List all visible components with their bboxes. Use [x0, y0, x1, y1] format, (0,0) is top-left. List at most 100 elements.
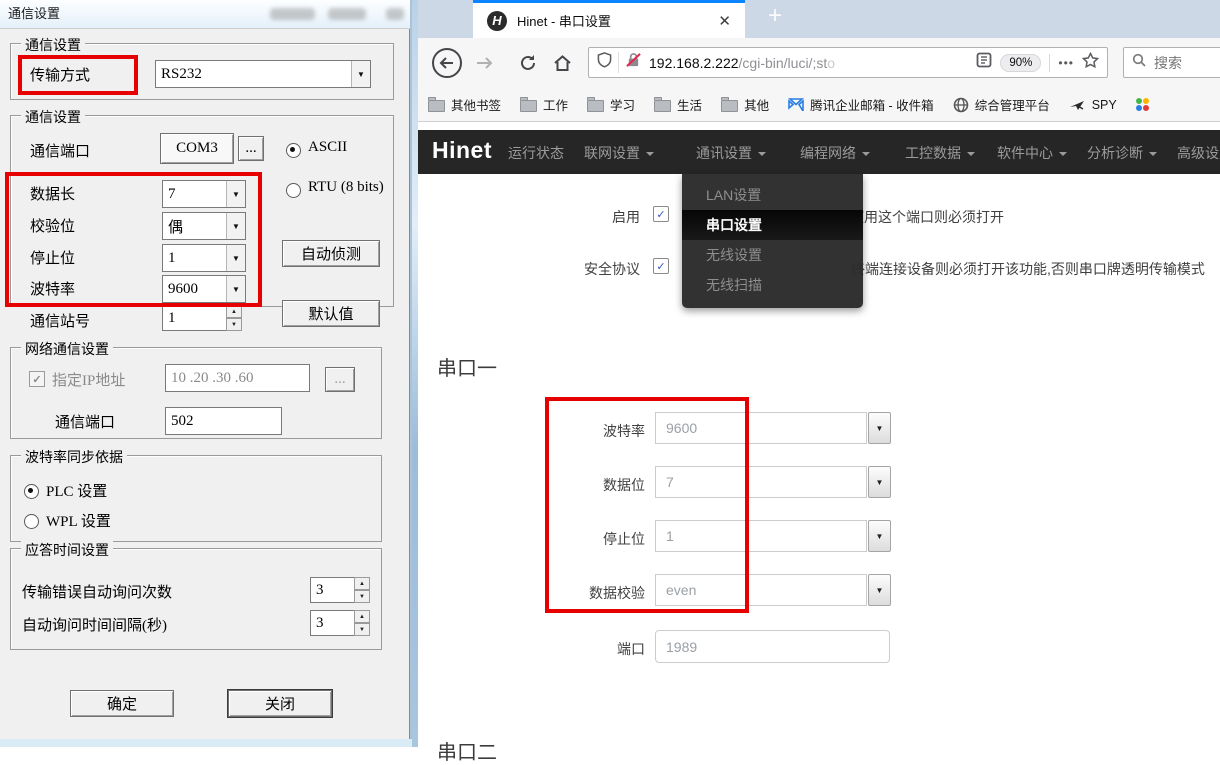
reader-mode-icon[interactable] [976, 52, 992, 73]
dialog-titlebar[interactable]: 通信设置 [0, 0, 410, 29]
forward-button[interactable] [470, 38, 498, 88]
nav-analysis-diagnosis[interactable]: 分析诊断 [1087, 143, 1157, 163]
nav-comm-settings[interactable]: 通讯设置 [696, 143, 766, 163]
dropdown-arrow-icon[interactable]: ▼ [226, 213, 245, 239]
wpl-radio[interactable] [24, 514, 39, 529]
urlbar-right-controls: 90% ••• [976, 52, 1107, 74]
colorful-bookmark-icon[interactable] [1136, 98, 1149, 111]
baud-rate-select[interactable]: 9600 ▼ [162, 275, 246, 303]
nav-software-center[interactable]: 软件中心 [997, 143, 1067, 163]
nav-run-status[interactable]: 运行状态 [508, 143, 564, 163]
insecure-lock-icon[interactable] [618, 52, 641, 73]
tracking-shield-icon[interactable] [597, 52, 612, 73]
plc-radio[interactable] [24, 484, 39, 499]
baud-dropdown-button[interactable]: ▼ [868, 412, 891, 444]
browser-tab[interactable]: H Hinet - 串口设置 ✕ [473, 0, 745, 38]
stopbits-input[interactable]: 1 [655, 520, 867, 552]
dropdown-arrow-icon: ▼ [876, 478, 884, 487]
stopbits-dropdown-button[interactable]: ▼ [868, 520, 891, 552]
com-port-button[interactable]: COM3 [160, 133, 234, 164]
nav-label: 软件中心 [997, 145, 1053, 161]
bookmark-folder[interactable]: 其他书签 [428, 95, 501, 114]
bookmark-portal[interactable]: 综合管理平台 [953, 95, 1050, 114]
retry-spinner[interactable]: ▲ ▼ [354, 577, 370, 603]
nav-advanced-settings[interactable]: 高级设置 [1177, 143, 1220, 163]
enable-label: 启用 [540, 207, 640, 227]
ip-browse-button[interactable]: ... [325, 367, 355, 392]
spinner-down-icon[interactable]: ▼ [354, 590, 370, 603]
nav-programming-network[interactable]: 编程网络 [800, 143, 870, 163]
spinner-down-icon[interactable]: ▼ [354, 623, 370, 636]
station-input[interactable]: 1 [162, 305, 231, 331]
menu-item-wireless-scan[interactable]: 无线扫描 [682, 270, 863, 300]
spinner-down-icon[interactable]: ▼ [226, 318, 242, 331]
parity-dropdown-button[interactable]: ▼ [868, 574, 891, 606]
dropdown-arrow-icon[interactable]: ▼ [226, 245, 245, 271]
spinner-up-icon[interactable]: ▲ [354, 610, 370, 623]
net-port-label: 通信端口 [55, 411, 115, 432]
retry-input[interactable]: 3 [310, 577, 359, 603]
search-box[interactable] [1123, 47, 1220, 78]
serial-group-title: 通信设置 [21, 107, 85, 127]
default-button[interactable]: 默认值 [282, 300, 380, 327]
baud-input[interactable]: 9600 [655, 412, 867, 444]
bookmark-mail[interactable]: 腾讯企业邮箱 - 收件箱 [788, 95, 934, 114]
hinet-favicon-icon: H [487, 11, 507, 31]
serial2-heading: 串口二 [437, 736, 497, 765]
nav-industrial-data[interactable]: 工控数据 [905, 143, 975, 163]
network-group-title: 网络通信设置 [21, 339, 113, 359]
dropdown-arrow-icon[interactable]: ▼ [351, 61, 370, 87]
spinner-up-icon[interactable]: ▲ [354, 577, 370, 590]
bookmark-label: 学习 [610, 95, 635, 114]
tab-close-icon[interactable]: ✕ [704, 12, 745, 30]
dropdown-arrow-icon[interactable]: ▼ [226, 276, 245, 302]
stop-bits-select[interactable]: 1 ▼ [162, 244, 246, 272]
parity-select[interactable]: 偶 ▼ [162, 212, 246, 240]
ip-checkbox[interactable]: ✓ [29, 371, 45, 387]
new-tab-button[interactable]: + [758, 2, 792, 30]
data-length-select[interactable]: 7 ▼ [162, 180, 246, 208]
bookmark-star-icon[interactable] [1082, 52, 1099, 74]
transfer-mode-select[interactable]: RS232 ▼ [155, 60, 371, 88]
data-length-value: 7 [163, 186, 226, 203]
interval-spinner[interactable]: ▲ ▼ [354, 610, 370, 636]
bookmark-spy[interactable]: SPY [1069, 98, 1117, 112]
rtu-radio[interactable] [286, 183, 301, 198]
menu-item-wireless[interactable]: 无线设置 [682, 240, 863, 270]
ascii-radio[interactable] [286, 143, 301, 158]
net-port-input[interactable]: 502 [165, 407, 282, 435]
bookmark-folder[interactable]: 学习 [587, 95, 635, 114]
web-port-input[interactable]: 1989 [655, 630, 890, 663]
com-port-browse-button[interactable]: ... [238, 136, 264, 161]
databits-input[interactable]: 7 [655, 466, 867, 498]
interval-input[interactable]: 3 [310, 610, 359, 636]
station-spinner[interactable]: ▲ ▼ [226, 305, 242, 331]
back-button[interactable] [430, 38, 464, 88]
enable-checkbox[interactable]: ✓ [653, 206, 669, 222]
dropdown-arrow-icon: ▼ [876, 586, 884, 595]
menu-item-lan[interactable]: LAN设置 [682, 180, 863, 210]
dropdown-arrow-icon[interactable]: ▼ [226, 181, 245, 207]
parity-check-input[interactable]: even [655, 574, 867, 606]
security-checkbox[interactable]: ✓ [653, 258, 669, 274]
close-button[interactable]: 关闭 [228, 690, 332, 717]
bookmark-folder[interactable]: 工作 [520, 95, 568, 114]
ip-input[interactable]: 10 .20 .30 .60 [165, 364, 310, 392]
page-actions-icon[interactable]: ••• [1058, 56, 1074, 70]
ellipsis-label: ... [245, 140, 256, 157]
search-input[interactable] [1152, 54, 1216, 72]
nav-network-settings[interactable]: 联网设置 [584, 143, 654, 163]
zoom-level-button[interactable]: 90% [1000, 54, 1041, 72]
databits-dropdown-button[interactable]: ▼ [868, 466, 891, 498]
hinet-brand[interactable]: Hinet [432, 137, 492, 164]
ok-button[interactable]: 确定 [70, 690, 174, 717]
home-button[interactable] [548, 38, 576, 88]
separator [1049, 54, 1050, 72]
spinner-up-icon[interactable]: ▲ [226, 305, 242, 318]
bookmark-folder[interactable]: 生活 [654, 95, 702, 114]
autodetect-button[interactable]: 自动侦测 [282, 240, 380, 267]
url-bar[interactable]: 192.168.2.222/cgi-bin/luci/;sto 90% ••• [588, 47, 1108, 78]
reload-button[interactable] [514, 38, 542, 88]
bookmark-folder[interactable]: 其他 [721, 95, 769, 114]
menu-item-serial[interactable]: 串口设置 [682, 210, 863, 240]
